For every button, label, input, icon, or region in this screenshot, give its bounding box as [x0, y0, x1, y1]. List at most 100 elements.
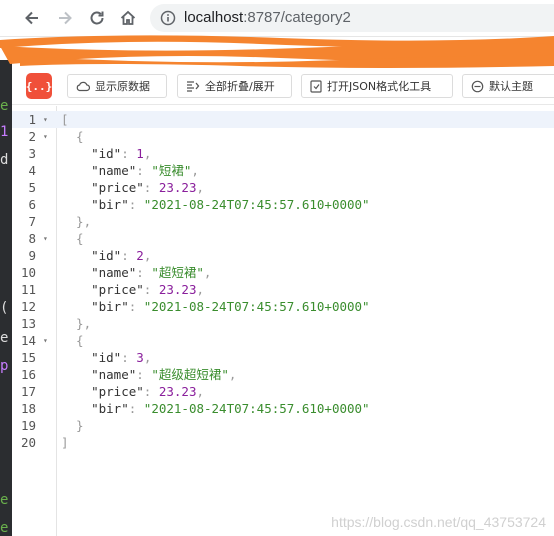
- line-number: 2: [28, 129, 36, 144]
- background-glyph: e: [0, 520, 9, 536]
- line-number: 19: [20, 418, 36, 433]
- code-line: 5 "price": 23.23,: [12, 179, 554, 196]
- open-json-tool-button[interactable]: 打开JSON格式化工具: [301, 74, 453, 98]
- code-token: ,: [143, 248, 152, 263]
- forward-button[interactable]: [53, 6, 77, 30]
- show-raw-label: 显示原数据: [95, 80, 150, 93]
- code-text: "id": 2,: [61, 247, 151, 264]
- code-token: ,: [143, 350, 152, 365]
- code-line: 2 ▾ {: [12, 128, 554, 145]
- code-line: 3 "id": 1,: [12, 145, 554, 162]
- arrow-right-icon: [59, 11, 72, 25]
- redaction-scribble: [0, 35, 554, 68]
- code-token: "bir": [61, 299, 129, 314]
- background-editor-strip: e 1 d ( e p e e: [0, 60, 12, 536]
- open-json-tool-label: 打开JSON格式化工具: [327, 80, 432, 93]
- line-number: 4: [28, 163, 36, 178]
- background-glyph: e: [0, 98, 9, 114]
- code-text: "name": "短裙",: [61, 162, 199, 179]
- code-token: ,: [228, 367, 237, 382]
- code-token: "bir": [61, 401, 129, 416]
- home-icon: [120, 10, 136, 25]
- code-token: :: [143, 282, 159, 297]
- line-number: 16: [20, 367, 36, 382]
- code-token: "id": [61, 248, 122, 263]
- json-viewer-toolbar: {..} 显示原数据 全部折叠/展开 打开JSON格式化工具 默认主题: [12, 70, 554, 105]
- code-line: 16 "name": "超级超短裙",: [12, 366, 554, 383]
- code-line: 10 "name": "超短裙",: [12, 264, 554, 281]
- code-text: "name": "超短裙",: [61, 264, 211, 281]
- code-line: 9 "id": 2,: [12, 247, 554, 264]
- address-bar[interactable]: localhost:8787/category2: [150, 4, 554, 32]
- code-text: {: [61, 332, 84, 349]
- json-code-view[interactable]: 1 ▾[2 ▾ {3 "id": 1, 4 "name": "短裙", 5 "price…: [12, 106, 554, 536]
- fold-toggle-icon[interactable]: ▾: [43, 332, 48, 349]
- url-path: :8787/category2: [243, 9, 351, 26]
- code-line: 1 ▾ [: [12, 111, 554, 128]
- line-number: 3: [28, 146, 36, 161]
- code-text: "bir": "2021-08-24T07:45:57.610+0000": [61, 400, 369, 417]
- home-button[interactable]: [116, 6, 140, 30]
- line-number: 10: [20, 265, 36, 280]
- code-token: "name": [61, 367, 137, 382]
- code-line: 19 }: [12, 417, 554, 434]
- code-token: :: [136, 265, 152, 280]
- fold-toggle-icon[interactable]: ▾: [43, 230, 48, 247]
- info-icon[interactable]: [160, 10, 176, 26]
- code-token: :: [121, 350, 137, 365]
- code-token: "2021-08-24T07:45:57.610+0000": [143, 197, 370, 212]
- code-token: :: [121, 146, 137, 161]
- tool-icon: [310, 79, 322, 93]
- code-token: 23.23: [158, 282, 197, 297]
- code-token: 23.23: [158, 384, 197, 399]
- fold-toggle-icon[interactable]: ▾: [43, 111, 48, 128]
- code-line: 18 "bir": "2021-08-24T07:45:57.610+0000": [12, 400, 554, 417]
- theme-label: 默认主题: [489, 80, 533, 93]
- code-token: },: [61, 214, 92, 229]
- code-token: "price": [61, 384, 144, 399]
- code-token: :: [128, 299, 144, 314]
- code-text: "price": 23.23,: [61, 383, 204, 400]
- code-text: "name": "超级超短裙",: [61, 366, 236, 383]
- code-token: {: [61, 129, 84, 144]
- watermark: https://blog.csdn.net/qq_43753724: [331, 514, 546, 530]
- line-number: 6: [28, 197, 36, 212]
- code-token: 3: [136, 350, 144, 365]
- code-token: "price": [61, 282, 144, 297]
- theme-select[interactable]: 默认主题: [462, 74, 554, 98]
- line-number: 1: [28, 112, 36, 127]
- code-token: "name": [61, 163, 137, 178]
- code-text: "price": 23.23,: [61, 281, 204, 298]
- line-number: 20: [20, 435, 36, 450]
- line-number: 12: [20, 299, 36, 314]
- code-line: 12 "bir": "2021-08-24T07:45:57.610+0000": [12, 298, 554, 315]
- code-text: ]: [61, 434, 69, 451]
- code-token: :: [121, 248, 137, 263]
- code-line: 8 ▾ {: [12, 230, 554, 247]
- back-button[interactable]: [20, 6, 44, 30]
- code-token: "price": [61, 180, 144, 195]
- json-logo-icon: {..}: [26, 73, 52, 99]
- code-line: 17 "price": 23.23,: [12, 383, 554, 400]
- code-token: }: [61, 418, 84, 433]
- collapse-all-button[interactable]: 全部折叠/展开: [177, 74, 292, 98]
- code-token: {: [61, 231, 84, 246]
- line-number: 14: [20, 333, 36, 348]
- code-token: :: [143, 384, 159, 399]
- cloud-icon: [76, 81, 90, 92]
- show-raw-button[interactable]: 显示原数据: [67, 74, 167, 98]
- line-number: 9: [28, 248, 36, 263]
- code-text: }: [61, 417, 84, 434]
- fold-toggle-icon[interactable]: ▾: [43, 128, 48, 145]
- collapse-icon: [187, 81, 200, 92]
- code-token: ,: [196, 384, 205, 399]
- code-line: 4 "name": "短裙",: [12, 162, 554, 179]
- line-number: 17: [20, 384, 36, 399]
- code-text: },: [61, 213, 91, 230]
- code-token: 23.23: [158, 180, 197, 195]
- code-token: ,: [191, 163, 199, 178]
- line-number: 7: [28, 214, 36, 229]
- url-host: localhost: [184, 9, 244, 26]
- reload-button[interactable]: [85, 6, 109, 30]
- code-token: },: [61, 316, 92, 331]
